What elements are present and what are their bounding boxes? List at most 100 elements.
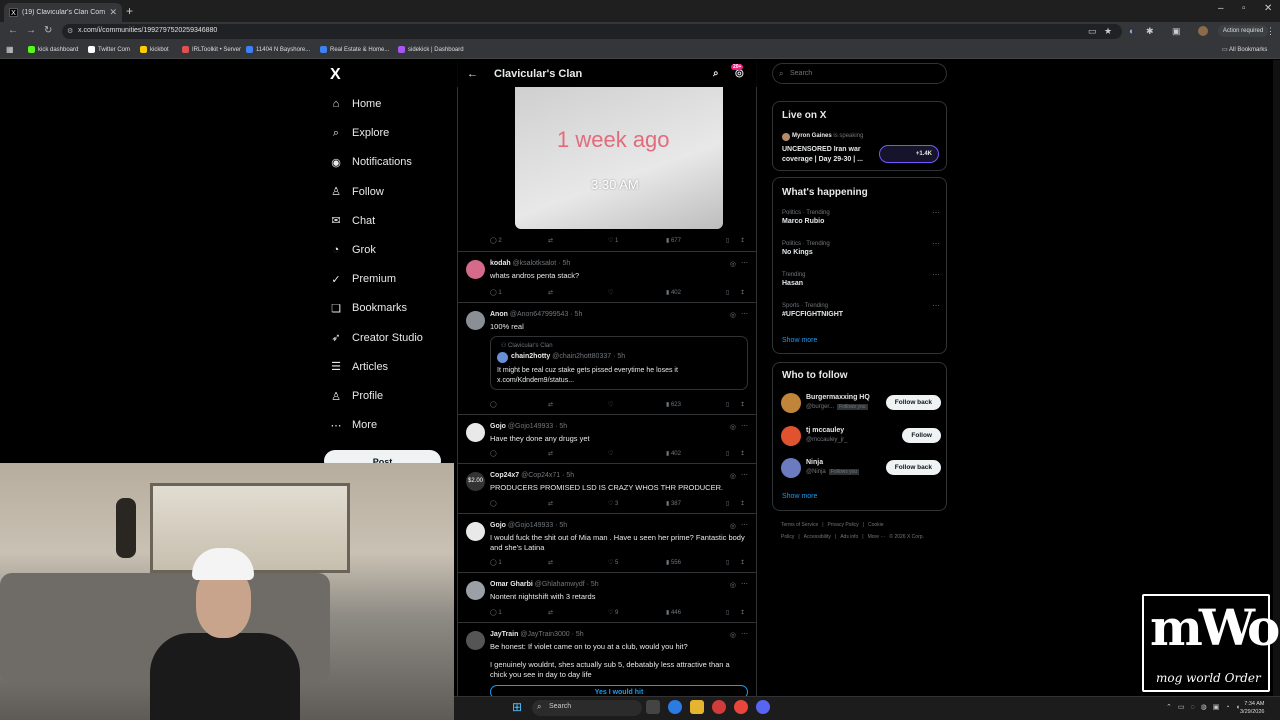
avatar[interactable] xyxy=(466,260,485,279)
views-icon[interactable]: ▮ 446 xyxy=(666,609,681,616)
views-icon[interactable]: ▮ 402 xyxy=(666,289,681,296)
more-options-icon[interactable]: ⋯ xyxy=(932,301,940,310)
bookmark-icon[interactable]: ▯ xyxy=(726,500,729,507)
follow-suggestion[interactable]: Burgermaxxing HQ @burger... Follows you Fol… xyxy=(781,393,941,417)
taskbar-search[interactable]: ⌕ Search xyxy=(532,700,642,716)
reply-icon[interactable]: ◯ xyxy=(490,401,497,408)
grok-icon[interactable]: ◎ xyxy=(730,472,736,480)
author-name[interactable]: Gojo xyxy=(490,522,506,529)
views-icon[interactable]: ▮ 402 xyxy=(666,450,681,457)
nav-item-articles[interactable]: ☰ Articles xyxy=(330,357,388,377)
more-options-icon[interactable]: ⋯ xyxy=(741,471,748,479)
live-listeners[interactable]: +1.4K xyxy=(879,145,939,163)
close-tab-icon[interactable]: ✕ xyxy=(109,7,117,18)
footer-link[interactable]: Ads info xyxy=(840,534,858,540)
timeline-post[interactable]: kodah @ksalotksalot · 5h ◎ ⋯ whats andros p… xyxy=(458,251,756,302)
avatar[interactable] xyxy=(466,522,485,541)
bookmark-item[interactable]: Twitter Com xyxy=(88,46,130,53)
install-icon[interactable]: ▭ xyxy=(1088,26,1097,37)
nav-item-more[interactable]: ⋯ More xyxy=(330,415,378,435)
grok-icon[interactable]: ◎ xyxy=(730,522,736,530)
follow-suggestion[interactable]: Ninja @Ninja Follows you Follow back xyxy=(781,458,941,482)
like-icon[interactable]: ♡ xyxy=(608,401,613,408)
bookmark-icon[interactable]: ▯ xyxy=(726,401,729,408)
author-name[interactable]: Anon xyxy=(490,311,508,318)
grok-icon[interactable]: ◎ xyxy=(730,631,736,639)
back-icon[interactable]: ← xyxy=(8,25,18,36)
minimize-icon[interactable]: – xyxy=(1218,3,1224,14)
timeline-post[interactable]: Omar Gharbi @Ghlahamwydf · 5h ◎ ⋯ Nontent n… xyxy=(458,572,756,622)
bookmark-star-icon[interactable]: ★ xyxy=(1104,26,1112,37)
footer-link[interactable]: Terms of Service xyxy=(781,522,818,528)
menu-kebab-icon[interactable]: ⋮ xyxy=(1266,26,1275,37)
bookmark-item[interactable]: Real Estate & Home... xyxy=(320,46,389,53)
grok-icon[interactable]: ◎ xyxy=(730,423,736,431)
more-options-icon[interactable]: ⋯ xyxy=(741,580,748,588)
author-name[interactable]: Omar Gharbi xyxy=(490,581,533,588)
avatar[interactable] xyxy=(781,393,801,413)
x-logo-icon[interactable]: X xyxy=(330,66,341,84)
more-options-icon[interactable]: ⋯ xyxy=(741,521,748,529)
author-name[interactable]: kodah xyxy=(490,260,511,267)
like-icon[interactable]: ♡ xyxy=(608,450,613,457)
share-icon[interactable]: ↥ xyxy=(740,609,745,616)
new-tab-icon[interactable]: + xyxy=(126,4,133,18)
reply-icon[interactable]: ◯ 1 xyxy=(490,559,502,566)
quoted-post[interactable]: ⚇ Clavicular's Clan chain2hotty @chain2h… xyxy=(490,336,748,390)
nav-item-bookmarks[interactable]: ❏ Bookmarks xyxy=(330,298,407,318)
like-icon[interactable]: ♡ 9 xyxy=(608,609,618,616)
repost-icon[interactable]: ⇄ xyxy=(548,401,553,408)
nav-item-home[interactable]: ⌂ Home xyxy=(330,94,382,114)
audio-icon[interactable]: ◖ xyxy=(1128,26,1133,36)
system-tray-icons[interactable]: ⌃▭◌◍▣◔◖ xyxy=(1166,703,1246,711)
repost-icon[interactable]: ⇄ xyxy=(548,500,553,507)
more-options-icon[interactable]: ⋯ xyxy=(741,630,748,638)
show-more-link[interactable]: Show more xyxy=(782,337,817,344)
timeline-post[interactable]: $2.00 Cop24x7 @Cop24x71 · 5h ◎ ⋯ PRODUCERS P… xyxy=(458,463,756,513)
repost-icon[interactable]: ⇄ xyxy=(548,289,553,296)
task-view-icon[interactable] xyxy=(646,700,660,714)
author-name[interactable]: Cop24x7 xyxy=(490,472,519,479)
bookmark-item[interactable]: sidekick | Dashboard xyxy=(398,46,464,53)
share-icon[interactable]: ↥ xyxy=(740,500,745,507)
like-icon[interactable]: ♡ 3 xyxy=(608,500,618,507)
follow-button[interactable]: Follow back xyxy=(885,460,941,475)
nav-item-follow[interactable]: ♙ Follow xyxy=(330,182,384,202)
bookmark-icon[interactable]: ▯ xyxy=(726,559,729,566)
bookmark-item[interactable]: kick dashboard xyxy=(28,46,78,53)
address-bar[interactable]: ⚙ x.com/i/communities/199279752025934688… xyxy=(62,24,1122,39)
profile-avatar[interactable] xyxy=(1198,26,1208,36)
reply-icon[interactable]: ◯ xyxy=(490,450,497,457)
windows-start-icon[interactable]: ⊞ xyxy=(512,700,522,714)
bookmark-item[interactable]: 11404 N Bayshore... xyxy=(246,46,310,53)
live-card[interactable]: Live on X Myron Gaines is speaking UNCEN… xyxy=(772,101,947,171)
action-required-button[interactable]: Action required xyxy=(1218,25,1268,37)
footer-link[interactable]: More ··· xyxy=(868,534,886,540)
app-icon[interactable] xyxy=(712,700,726,714)
reply-icon[interactable]: ◯ 2 xyxy=(490,237,502,244)
more-options-icon[interactable]: ⋯ xyxy=(932,208,940,217)
show-more-link[interactable]: Show more xyxy=(782,493,817,500)
site-info-icon[interactable]: ⚙ xyxy=(67,27,73,35)
avatar[interactable] xyxy=(466,631,485,650)
views-icon[interactable]: ▮ 387 xyxy=(666,500,681,507)
footer-link[interactable]: © 2026 X Corp. xyxy=(889,534,924,540)
like-icon[interactable]: ♡ 5 xyxy=(608,559,618,566)
trend-item[interactable]: Politics · Trending No Kings ⋯ xyxy=(782,239,942,256)
bookmark-icon[interactable]: ▯ xyxy=(726,237,729,244)
avatar[interactable] xyxy=(466,581,485,600)
nav-item-notifications[interactable]: ◉ Notifications xyxy=(330,152,412,172)
author-name[interactable]: JayTrain xyxy=(490,631,518,638)
more-options-icon[interactable]: ⋯ xyxy=(741,259,748,267)
views-icon[interactable]: ▮ 556 xyxy=(666,559,681,566)
like-icon[interactable]: ♡ xyxy=(608,289,613,296)
avatar[interactable] xyxy=(781,458,801,478)
grok-icon[interactable]: ◎ xyxy=(730,260,736,268)
chrome-icon[interactable] xyxy=(734,700,748,714)
nav-item-profile[interactable]: ♙ Profile xyxy=(330,386,383,406)
more-options-icon[interactable]: ⋯ xyxy=(741,422,748,430)
share-icon[interactable]: ↥ xyxy=(740,289,745,296)
avatar[interactable]: $2.00 xyxy=(466,472,485,491)
close-window-icon[interactable]: ✕ xyxy=(1264,3,1272,14)
grok-icon[interactable]: ◎ xyxy=(730,581,736,589)
